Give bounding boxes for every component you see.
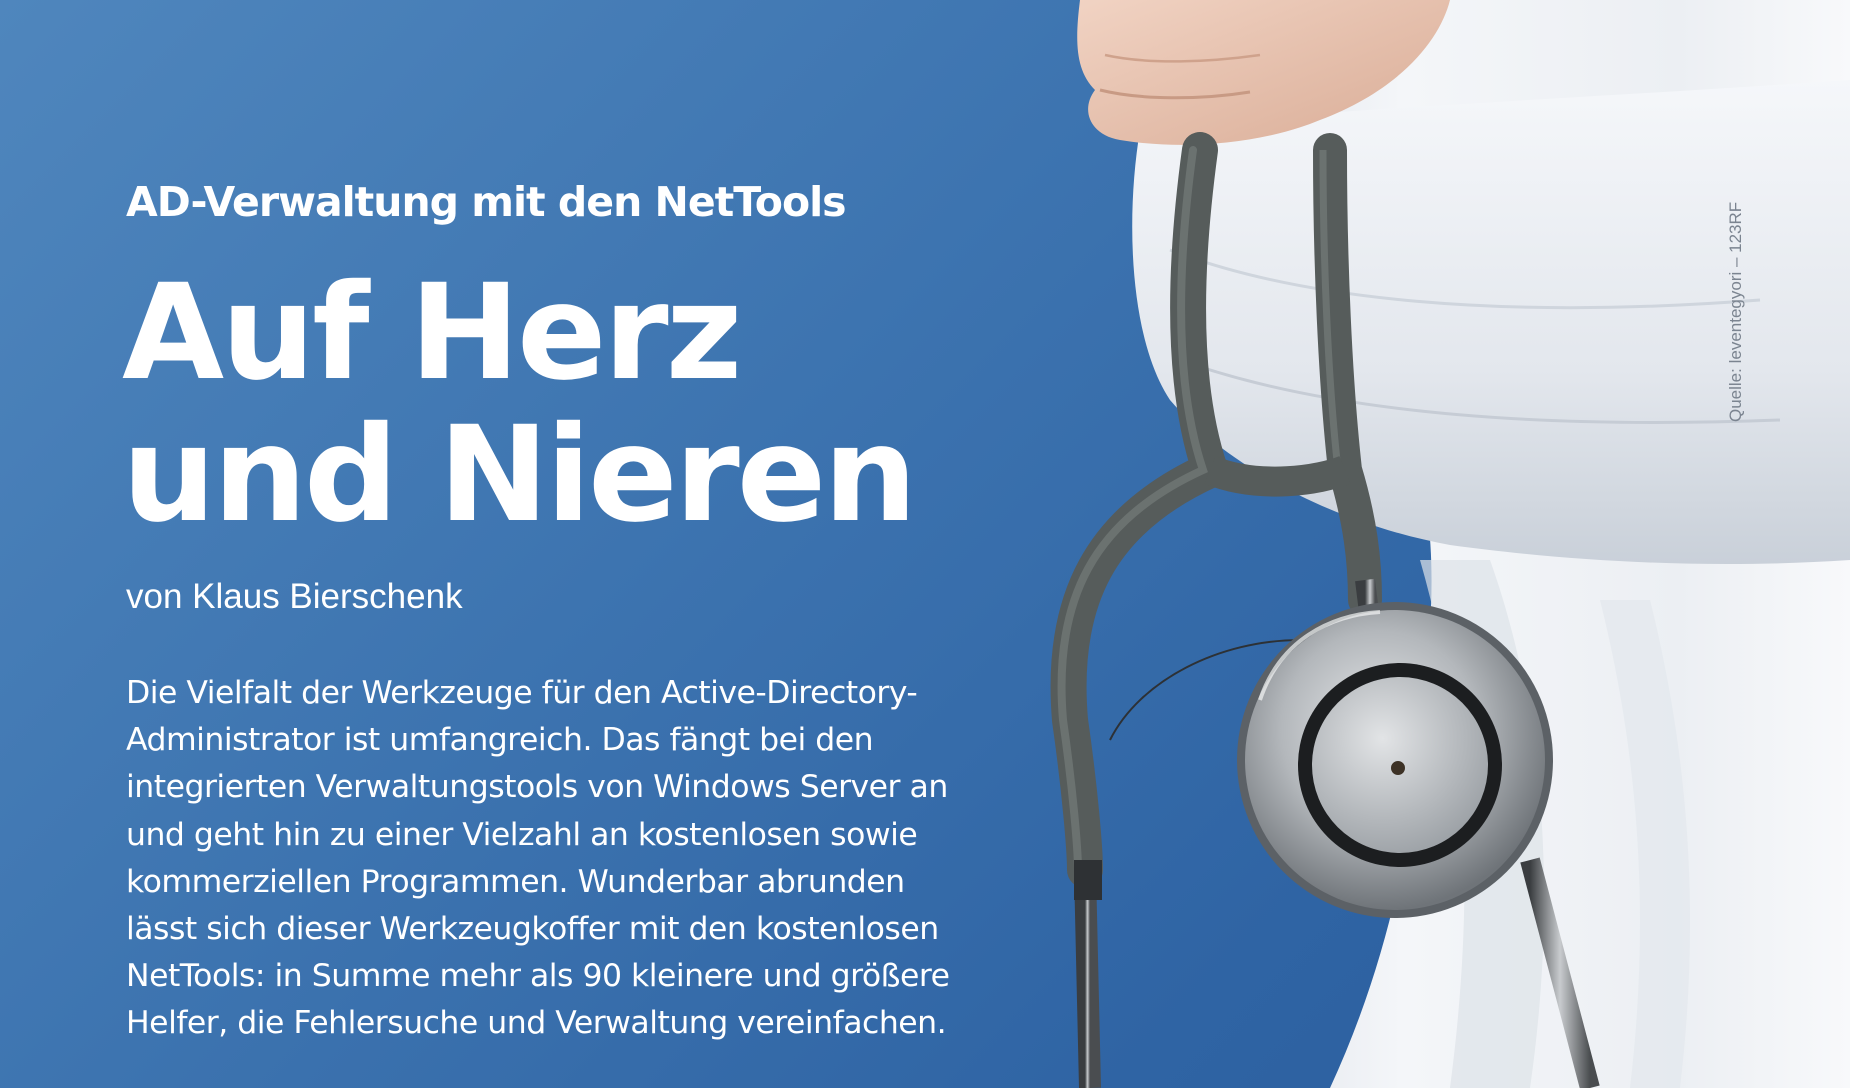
lead-line: Die Vielfalt der Werkzeuge für den Activ… xyxy=(126,675,918,711)
article-kicker: AD-Verwaltung mit den NetTools xyxy=(126,178,847,226)
lead-line: lässt sich dieser Werkzeugkoffer mit den… xyxy=(126,911,939,948)
headline-line-2: und Nieren xyxy=(122,398,917,552)
lead-line: und geht hin zu einer Vielzahl an kosten… xyxy=(126,816,918,853)
article-lead: Die Vielfalt der Werkzeuge für den Activ… xyxy=(126,670,1026,1048)
lead-line: Helfer, die Fehlersuche und Verwaltung v… xyxy=(126,1005,947,1042)
lead-line: integrierten Verwaltungstools von Window… xyxy=(126,769,948,806)
photo-credit: Quelle: leventegyori – 123RF xyxy=(1726,201,1745,422)
lead-line: NetTools: in Summe mehr als 90 kleinere … xyxy=(126,958,950,995)
lead-line: kommerziellen Programmen. Wunderbar abru… xyxy=(126,863,905,900)
article-byline: von Klaus Bierschenk xyxy=(126,577,463,616)
headline-line-1: Auf Herz xyxy=(122,256,742,410)
lead-line: Administrator ist umfangreich. Das fängt… xyxy=(126,722,874,759)
article-headline: Auf Herz und Nieren xyxy=(122,256,917,552)
magazine-page: AD-Verwaltung mit den NetTools Auf Herz … xyxy=(0,0,1850,1088)
